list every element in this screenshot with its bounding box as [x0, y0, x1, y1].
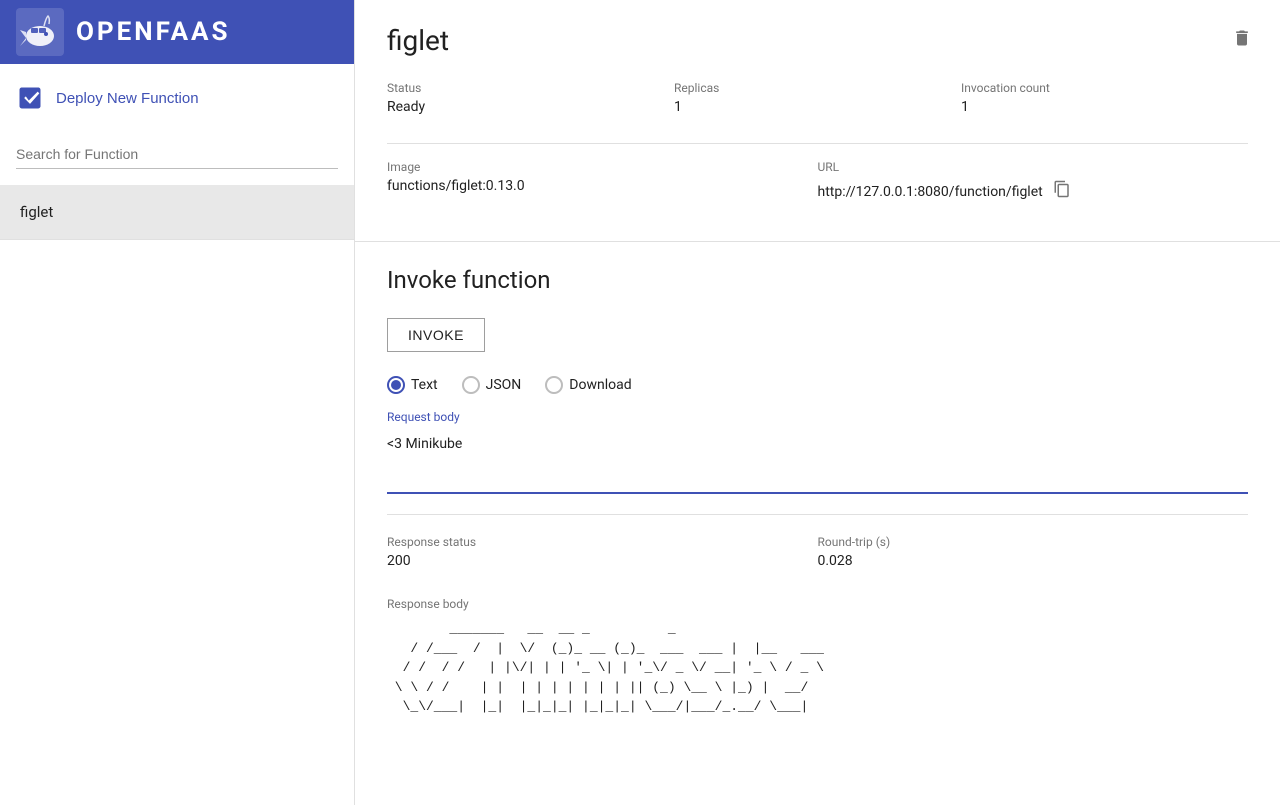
image-label: Image: [387, 160, 818, 174]
invoke-title: Invoke function: [387, 266, 1248, 294]
replicas-meta: Replicas 1: [674, 77, 961, 127]
replicas-label: Replicas: [674, 81, 961, 95]
response-section: Response status 200 Round-trip (s) 0.028…: [387, 514, 1248, 717]
invocation-meta: Invocation count 1: [961, 77, 1248, 127]
search-input[interactable]: [16, 140, 338, 169]
deploy-icon: [16, 84, 44, 112]
status-value: Ready: [387, 99, 674, 115]
meta-grid-top: Status Ready Replicas 1 Invocation count…: [387, 77, 1248, 127]
invocation-label: Invocation count: [961, 81, 1248, 95]
invoke-section: Invoke function INVOKE Text JSON Downloa…: [355, 242, 1280, 741]
sidebar: OPENFAAS Deploy New Function figlet: [0, 0, 355, 805]
function-item-figlet[interactable]: figlet: [0, 185, 354, 240]
delete-button[interactable]: [1228, 24, 1256, 58]
request-body-label: Request body: [387, 410, 1248, 424]
copy-icon: [1053, 180, 1071, 198]
search-container: [0, 132, 354, 185]
radio-text[interactable]: Text: [387, 376, 438, 394]
sidebar-header: OPENFAAS: [0, 0, 354, 64]
url-row: http://127.0.0.1:8080/function/figlet: [818, 178, 1249, 205]
brand-name: OPENFAAS: [76, 17, 231, 47]
meta-grid-bottom: Image functions/figlet:0.13.0 URL http:/…: [387, 143, 1248, 217]
response-type-group: Text JSON Download: [387, 376, 1248, 394]
function-list: figlet: [0, 185, 354, 805]
delete-icon: [1232, 28, 1252, 48]
url-label: URL: [818, 160, 1249, 174]
image-value: functions/figlet:0.13.0: [387, 178, 818, 194]
url-meta: URL http://127.0.0.1:8080/function/figle…: [818, 156, 1249, 217]
invoke-button[interactable]: INVOKE: [387, 318, 485, 352]
round-trip-meta: Round-trip (s) 0.028: [818, 531, 1249, 581]
function-title: figlet: [387, 24, 1248, 57]
radio-json-circle: [462, 376, 480, 394]
radio-text-circle: [387, 376, 405, 394]
radio-download-circle: [545, 376, 563, 394]
radio-json[interactable]: JSON: [462, 376, 522, 394]
deploy-button-label: Deploy New Function: [56, 90, 199, 107]
radio-download-label: Download: [569, 377, 631, 393]
response-meta-grid: Response status 200 Round-trip (s) 0.028: [387, 531, 1248, 581]
url-value: http://127.0.0.1:8080/function/figlet: [818, 184, 1043, 200]
invocation-value: 1: [961, 99, 1248, 115]
radio-json-label: JSON: [486, 377, 522, 393]
main-content: figlet Status Ready Replicas 1 Invocatio…: [355, 0, 1280, 805]
response-status-label: Response status: [387, 535, 818, 549]
round-trip-value: 0.028: [818, 553, 1249, 569]
radio-text-label: Text: [411, 377, 438, 393]
request-body-input[interactable]: [387, 432, 1248, 494]
status-label: Status: [387, 81, 674, 95]
response-status-value: 200: [387, 553, 818, 569]
response-status-meta: Response status 200: [387, 531, 818, 581]
response-body-content: _______ __ __ _ _ / /___ / | \/ (_)_ __ …: [387, 619, 1248, 717]
radio-download[interactable]: Download: [545, 376, 631, 394]
response-body-label: Response body: [387, 597, 1248, 611]
replicas-value: 1: [674, 99, 961, 115]
status-meta: Status Ready: [387, 77, 674, 127]
function-detail: figlet Status Ready Replicas 1 Invocatio…: [355, 0, 1280, 242]
deploy-new-function-button[interactable]: Deploy New Function: [0, 64, 354, 132]
image-meta: Image functions/figlet:0.13.0: [387, 156, 818, 217]
copy-url-button[interactable]: [1051, 178, 1073, 205]
round-trip-label: Round-trip (s): [818, 535, 1249, 549]
openfaas-logo: [16, 8, 64, 56]
